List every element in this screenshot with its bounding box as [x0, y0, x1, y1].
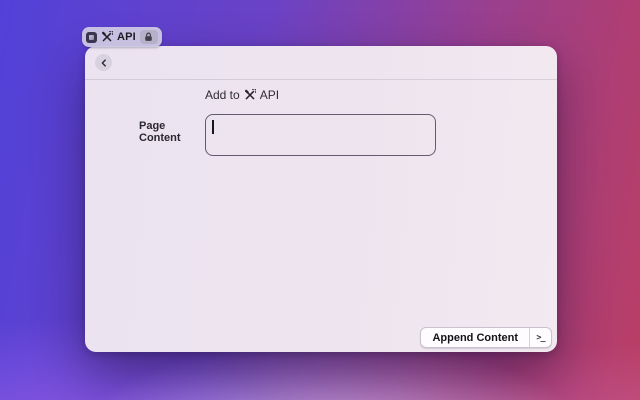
- page-content-label: Page Content: [139, 120, 199, 144]
- page-content-input[interactable]: [205, 114, 436, 156]
- append-content-button[interactable]: Append Content: [421, 328, 529, 347]
- terminal-prompt-icon: >_: [536, 333, 544, 343]
- page-title: Add to API: [205, 88, 279, 102]
- hammer-wrench-icon: [101, 31, 113, 43]
- shortcut-app-icon: [86, 32, 97, 43]
- shortcut-window: Add to API Page Content Append Content >…: [85, 46, 557, 352]
- append-content-control: Append Content >_: [420, 327, 552, 348]
- window-header: [85, 46, 557, 79]
- enter-key-hint-button[interactable]: >_: [530, 328, 551, 347]
- back-button[interactable]: [95, 54, 112, 71]
- hammer-wrench-icon: [244, 89, 256, 101]
- chevron-left-icon: [98, 57, 110, 69]
- header-divider: [85, 79, 557, 80]
- desktop-wallpaper: API Add to: [0, 0, 640, 400]
- page-title-prefix: Add to: [205, 88, 240, 102]
- lock-icon[interactable]: [140, 30, 158, 44]
- text-caret: [212, 120, 214, 134]
- shortcut-tab[interactable]: API: [82, 27, 162, 47]
- page-title-suffix: API: [260, 88, 279, 102]
- shortcut-tab-label: API: [117, 31, 136, 43]
